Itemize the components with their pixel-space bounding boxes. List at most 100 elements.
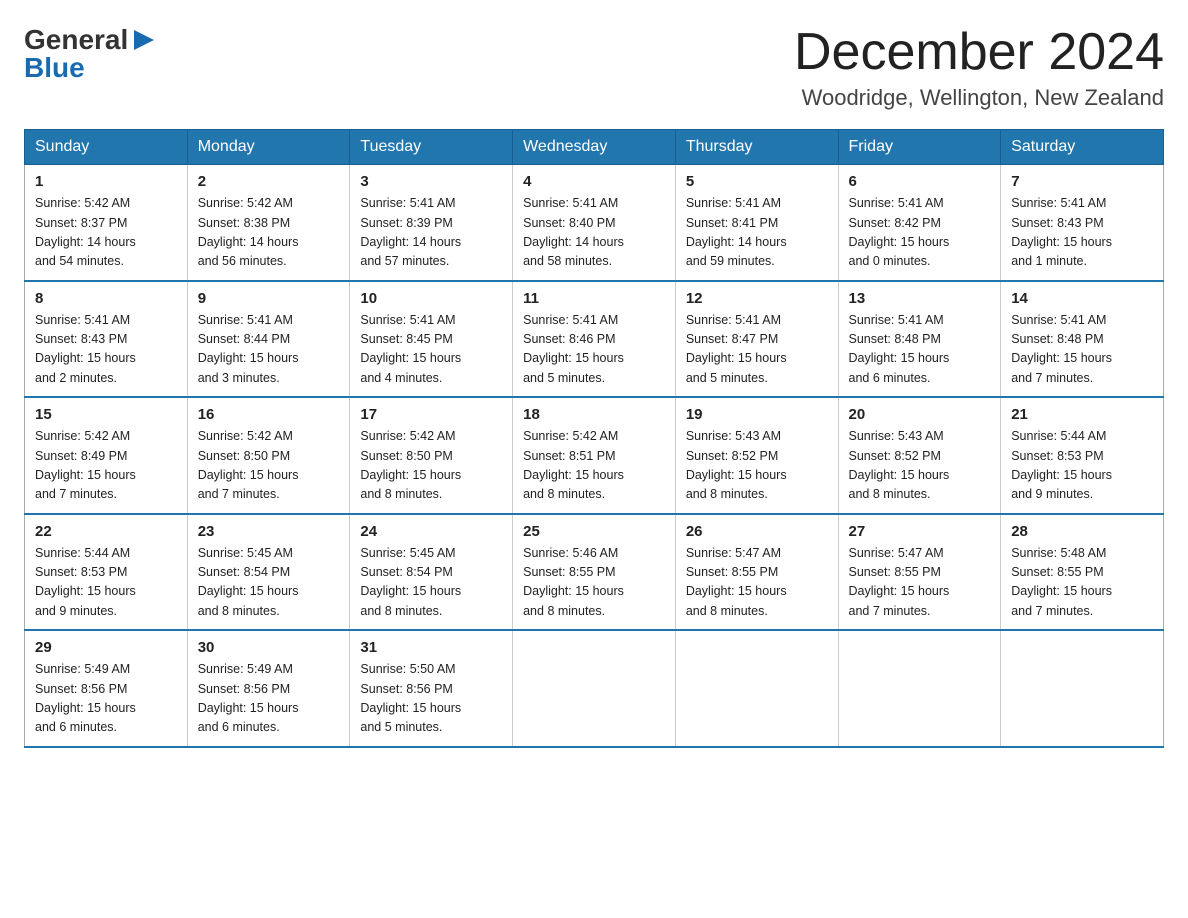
calendar-cell: 15 Sunrise: 5:42 AM Sunset: 8:49 PM Dayli… [25, 397, 188, 514]
calendar-cell: 29Sunrise: 5:49 AM Sunset: 8:56 PM Dayli… [25, 630, 188, 747]
calendar-cell: 16Sunrise: 5:42 AM Sunset: 8:50 PM Dayli… [187, 397, 350, 514]
header-day-tuesday: Tuesday [350, 130, 513, 165]
day-number: 31 [360, 639, 502, 656]
day-info: Sunrise: 5:41 AM Sunset: 8:45 PM Dayligh… [360, 311, 502, 389]
day-info: Sunrise: 5:42 AM Sunset: 8:50 PM Dayligh… [360, 427, 502, 505]
logo: General Blue [24, 24, 160, 84]
day-number: 24 [360, 523, 502, 540]
day-info: Sunrise: 5:42 AM Sunset: 8:38 PM Dayligh… [198, 194, 340, 272]
calendar-week-4: 22 Sunrise: 5:44 AM Sunset: 8:53 PM Dayli… [25, 514, 1164, 631]
day-info: Sunrise: 5:41 AM Sunset: 8:44 PM Dayligh… [198, 311, 340, 389]
calendar-cell: 2 Sunrise: 5:42 AM Sunset: 8:38 PM Daylig… [187, 165, 350, 281]
calendar-header: SundayMondayTuesdayWednesdayThursdayFrid… [25, 130, 1164, 165]
day-number: 4 [523, 173, 665, 190]
calendar-cell: 27 Sunrise: 5:47 AM Sunset: 8:55 PM Dayli… [838, 514, 1001, 631]
day-number: 30 [198, 639, 340, 656]
calendar-week-2: 8Sunrise: 5:41 AM Sunset: 8:43 PM Daylig… [25, 281, 1164, 398]
calendar-week-5: 29Sunrise: 5:49 AM Sunset: 8:56 PM Dayli… [25, 630, 1164, 747]
day-info: Sunrise: 5:41 AM Sunset: 8:39 PM Dayligh… [360, 194, 502, 272]
day-number: 9 [198, 290, 340, 307]
day-info: Sunrise: 5:41 AM Sunset: 8:48 PM Dayligh… [1011, 311, 1153, 389]
day-info: Sunrise: 5:50 AM Sunset: 8:56 PM Dayligh… [360, 660, 502, 738]
calendar-cell: 12Sunrise: 5:41 AM Sunset: 8:47 PM Dayli… [675, 281, 838, 398]
logo-arrow-icon [130, 26, 158, 54]
day-info: Sunrise: 5:41 AM Sunset: 8:43 PM Dayligh… [1011, 194, 1153, 272]
day-number: 26 [686, 523, 828, 540]
day-number: 13 [849, 290, 991, 307]
calendar-cell [513, 630, 676, 747]
day-info: Sunrise: 5:49 AM Sunset: 8:56 PM Dayligh… [198, 660, 340, 738]
day-number: 7 [1011, 173, 1153, 190]
day-number: 2 [198, 173, 340, 190]
calendar-cell: 25 Sunrise: 5:46 AM Sunset: 8:55 PM Dayli… [513, 514, 676, 631]
day-number: 21 [1011, 406, 1153, 423]
day-number: 23 [198, 523, 340, 540]
calendar-cell: 23Sunrise: 5:45 AM Sunset: 8:54 PM Dayli… [187, 514, 350, 631]
calendar-cell [838, 630, 1001, 747]
day-info: Sunrise: 5:44 AM Sunset: 8:53 PM Dayligh… [1011, 427, 1153, 505]
day-info: Sunrise: 5:47 AM Sunset: 8:55 PM Dayligh… [686, 544, 828, 622]
header-day-wednesday: Wednesday [513, 130, 676, 165]
header-day-thursday: Thursday [675, 130, 838, 165]
day-info: Sunrise: 5:43 AM Sunset: 8:52 PM Dayligh… [686, 427, 828, 505]
day-number: 28 [1011, 523, 1153, 540]
calendar-cell: 5Sunrise: 5:41 AM Sunset: 8:41 PM Daylig… [675, 165, 838, 281]
day-number: 8 [35, 290, 177, 307]
day-number: 15 [35, 406, 177, 423]
day-info: Sunrise: 5:45 AM Sunset: 8:54 PM Dayligh… [360, 544, 502, 622]
day-number: 12 [686, 290, 828, 307]
header-row: SundayMondayTuesdayWednesdayThursdayFrid… [25, 130, 1164, 165]
day-info: Sunrise: 5:41 AM Sunset: 8:41 PM Dayligh… [686, 194, 828, 272]
day-number: 22 [35, 523, 177, 540]
logo-blue-text: Blue [24, 52, 160, 84]
day-number: 17 [360, 406, 502, 423]
day-info: Sunrise: 5:49 AM Sunset: 8:56 PM Dayligh… [35, 660, 177, 738]
header-day-monday: Monday [187, 130, 350, 165]
day-info: Sunrise: 5:46 AM Sunset: 8:55 PM Dayligh… [523, 544, 665, 622]
day-number: 14 [1011, 290, 1153, 307]
day-info: Sunrise: 5:47 AM Sunset: 8:55 PM Dayligh… [849, 544, 991, 622]
day-info: Sunrise: 5:41 AM Sunset: 8:46 PM Dayligh… [523, 311, 665, 389]
calendar-table: SundayMondayTuesdayWednesdayThursdayFrid… [24, 129, 1164, 748]
calendar-cell: 18Sunrise: 5:42 AM Sunset: 8:51 PM Dayli… [513, 397, 676, 514]
day-number: 1 [35, 173, 177, 190]
calendar-cell: 8Sunrise: 5:41 AM Sunset: 8:43 PM Daylig… [25, 281, 188, 398]
calendar-cell: 20 Sunrise: 5:43 AM Sunset: 8:52 PM Dayli… [838, 397, 1001, 514]
calendar-cell: 24 Sunrise: 5:45 AM Sunset: 8:54 PM Dayli… [350, 514, 513, 631]
day-info: Sunrise: 5:41 AM Sunset: 8:42 PM Dayligh… [849, 194, 991, 272]
day-number: 18 [523, 406, 665, 423]
calendar-cell: 6Sunrise: 5:41 AM Sunset: 8:42 PM Daylig… [838, 165, 1001, 281]
header-day-saturday: Saturday [1001, 130, 1164, 165]
day-info: Sunrise: 5:41 AM Sunset: 8:48 PM Dayligh… [849, 311, 991, 389]
calendar-cell: 14 Sunrise: 5:41 AM Sunset: 8:48 PM Dayli… [1001, 281, 1164, 398]
day-info: Sunrise: 5:42 AM Sunset: 8:50 PM Dayligh… [198, 427, 340, 505]
calendar-cell: 13 Sunrise: 5:41 AM Sunset: 8:48 PM Dayli… [838, 281, 1001, 398]
calendar-cell: 1 Sunrise: 5:42 AM Sunset: 8:37 PM Daylig… [25, 165, 188, 281]
calendar-cell [675, 630, 838, 747]
calendar-cell: 30 Sunrise: 5:49 AM Sunset: 8:56 PM Dayli… [187, 630, 350, 747]
calendar-cell: 31 Sunrise: 5:50 AM Sunset: 8:56 PM Dayli… [350, 630, 513, 747]
calendar-week-1: 1 Sunrise: 5:42 AM Sunset: 8:37 PM Daylig… [25, 165, 1164, 281]
day-info: Sunrise: 5:41 AM Sunset: 8:40 PM Dayligh… [523, 194, 665, 272]
calendar-cell: 28Sunrise: 5:48 AM Sunset: 8:55 PM Dayli… [1001, 514, 1164, 631]
day-number: 20 [849, 406, 991, 423]
day-info: Sunrise: 5:44 AM Sunset: 8:53 PM Dayligh… [35, 544, 177, 622]
day-number: 3 [360, 173, 502, 190]
day-info: Sunrise: 5:42 AM Sunset: 8:49 PM Dayligh… [35, 427, 177, 505]
day-info: Sunrise: 5:43 AM Sunset: 8:52 PM Dayligh… [849, 427, 991, 505]
day-number: 11 [523, 290, 665, 307]
calendar-subtitle: Woodridge, Wellington, New Zealand [794, 85, 1164, 111]
calendar-cell: 19Sunrise: 5:43 AM Sunset: 8:52 PM Dayli… [675, 397, 838, 514]
calendar-cell: 9 Sunrise: 5:41 AM Sunset: 8:44 PM Daylig… [187, 281, 350, 398]
header-day-sunday: Sunday [25, 130, 188, 165]
calendar-cell [1001, 630, 1164, 747]
calendar-body: 1 Sunrise: 5:42 AM Sunset: 8:37 PM Daylig… [25, 165, 1164, 747]
day-info: Sunrise: 5:42 AM Sunset: 8:37 PM Dayligh… [35, 194, 177, 272]
page-header: General Blue December 2024 Woodridge, We… [24, 24, 1164, 111]
header-day-friday: Friday [838, 130, 1001, 165]
day-number: 27 [849, 523, 991, 540]
day-number: 25 [523, 523, 665, 540]
calendar-cell: 7 Sunrise: 5:41 AM Sunset: 8:43 PM Daylig… [1001, 165, 1164, 281]
title-block: December 2024 Woodridge, Wellington, New… [794, 24, 1164, 111]
calendar-week-3: 15 Sunrise: 5:42 AM Sunset: 8:49 PM Dayli… [25, 397, 1164, 514]
